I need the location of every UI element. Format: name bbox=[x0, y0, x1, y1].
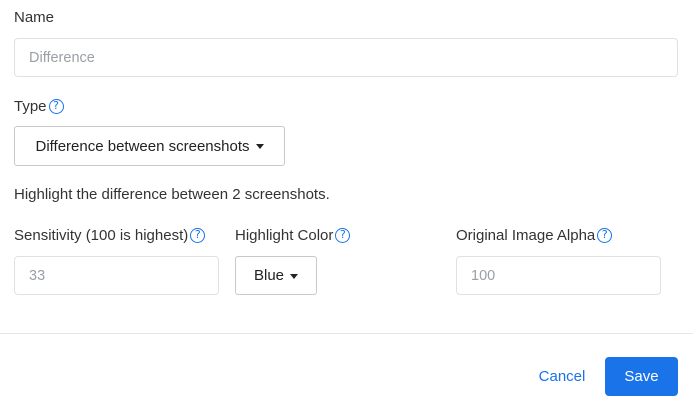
type-label: Type bbox=[14, 98, 47, 115]
sensitivity-label-row: Sensitivity (100 is highest)? bbox=[14, 227, 206, 245]
original-alpha-label: Original Image Alpha bbox=[456, 227, 596, 244]
save-button[interactable]: Save bbox=[605, 357, 678, 396]
caret-down-icon bbox=[255, 144, 264, 149]
question-circle-icon[interactable]: ? bbox=[190, 228, 206, 243]
footer-divider bbox=[0, 333, 693, 334]
highlight-color-value: Blue bbox=[253, 267, 285, 284]
sensitivity-input[interactable]: 33 bbox=[14, 256, 219, 295]
name-input[interactable]: Difference bbox=[14, 38, 678, 77]
caret-down-icon bbox=[290, 273, 299, 279]
highlight-color-label-row: Highlight Color? bbox=[235, 227, 351, 245]
question-circle-icon[interactable]: ? bbox=[335, 228, 351, 243]
highlight-color-dropdown[interactable]: Blue bbox=[235, 256, 317, 295]
name-label: Name bbox=[14, 9, 55, 26]
question-circle-icon[interactable]: ? bbox=[48, 99, 64, 114]
type-label-row: Type? bbox=[14, 98, 64, 116]
type-description: Highlight the difference between 2 scree… bbox=[14, 186, 330, 203]
cancel-button[interactable]: Cancel bbox=[530, 357, 594, 396]
highlight-color-label: Highlight Color bbox=[235, 227, 334, 244]
type-dropdown-value: Difference between screenshots bbox=[35, 137, 250, 155]
question-circle-icon[interactable]: ? bbox=[597, 228, 613, 243]
type-dropdown[interactable]: Difference between screenshots bbox=[14, 126, 285, 166]
original-alpha-label-row: Original Image Alpha? bbox=[456, 227, 613, 245]
sensitivity-label: Sensitivity (100 is highest) bbox=[14, 227, 189, 244]
original-alpha-input[interactable]: 100 bbox=[456, 256, 661, 295]
